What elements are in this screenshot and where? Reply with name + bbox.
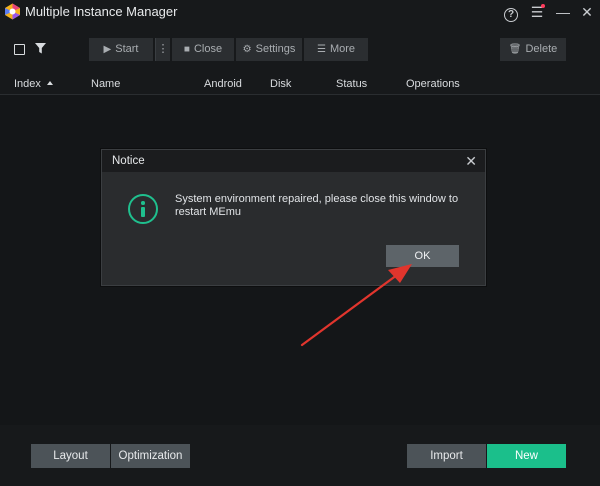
start-label: Start (115, 43, 139, 55)
more-button[interactable]: ☰ More (304, 38, 368, 61)
dialog-header: Notice ✕ (102, 150, 485, 172)
close-instance-button[interactable]: ■ Close (172, 38, 234, 61)
column-name[interactable]: Name (91, 78, 120, 90)
table-header: Index Name Android Disk Status Operation… (0, 76, 600, 95)
column-android[interactable]: Android (204, 78, 242, 90)
column-status[interactable]: Status (336, 78, 367, 90)
filter-icon[interactable] (35, 43, 46, 54)
help-button[interactable]: ? (502, 3, 520, 22)
stop-icon: ■ (183, 44, 190, 55)
minimize-button[interactable]: — (554, 3, 572, 21)
window-title: Multiple Instance Manager (25, 4, 178, 19)
column-index[interactable]: Index (14, 78, 53, 90)
dialog-title: Notice (112, 155, 145, 167)
list-icon: ☰ (316, 44, 326, 55)
select-all-checkbox[interactable] (14, 44, 25, 55)
close-icon: ✕ (581, 4, 593, 20)
delete-button[interactable]: 🗑 Delete (500, 38, 566, 61)
close-window-button[interactable]: ✕ (578, 3, 596, 21)
info-icon (128, 194, 158, 224)
settings-label: Settings (255, 43, 296, 55)
optimization-button[interactable]: Optimization (111, 444, 190, 468)
start-options-button[interactable]: ⋮ (155, 38, 170, 61)
ok-button[interactable]: OK (386, 245, 459, 267)
delete-label: Delete (525, 43, 558, 55)
column-disk[interactable]: Disk (270, 78, 291, 90)
title-bar: Multiple Instance Manager ? ☰ — ✕ (0, 0, 600, 24)
column-operations[interactable]: Operations (406, 78, 460, 90)
dialog-message: System environment repaired, please clos… (175, 193, 459, 218)
more-vertical-icon: ⋮ (157, 43, 169, 55)
dialog-close-icon[interactable]: ✕ (465, 153, 477, 169)
minimize-icon: — (556, 4, 570, 20)
notice-dialog: Notice ✕ System environment repaired, pl… (101, 149, 486, 286)
notification-dot (541, 4, 545, 8)
more-label: More (329, 43, 356, 55)
start-button[interactable]: ▶ Start (89, 38, 153, 61)
trash-icon: 🗑 (508, 44, 522, 55)
layout-button[interactable]: Layout (31, 444, 110, 468)
close-label: Close (193, 43, 223, 55)
new-instance-button[interactable]: New (487, 444, 566, 468)
play-icon: ▶ (103, 44, 112, 55)
import-button[interactable]: Import (407, 444, 486, 468)
help-icon: ? (504, 8, 518, 22)
settings-button[interactable]: ⚙ Settings (236, 38, 302, 61)
memu-logo-icon (5, 3, 20, 20)
sort-ascending-icon (46, 81, 53, 85)
gear-icon: ⚙ (242, 44, 252, 55)
